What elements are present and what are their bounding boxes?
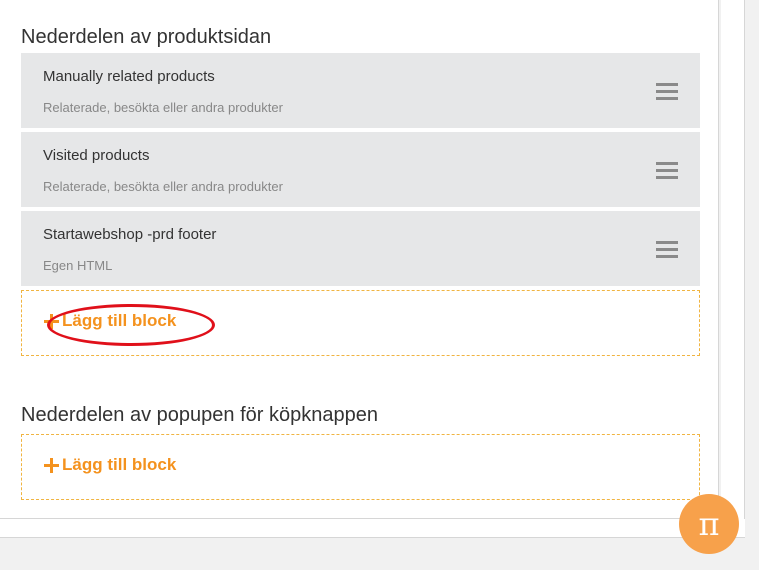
block-item-visited-products[interactable]: Visited products Relaterade, besökta ell…	[21, 132, 700, 207]
add-block-button[interactable]: Lägg till block	[44, 304, 215, 346]
block-name: Visited products	[43, 147, 150, 164]
drag-handle-icon[interactable]	[656, 83, 678, 101]
panel-shadow-edge	[721, 0, 745, 538]
add-block-label: Lägg till block	[62, 311, 177, 330]
drag-handle-icon[interactable]	[656, 162, 678, 180]
add-block-zone-product-footer: Lägg till block	[21, 290, 700, 356]
block-item-manually-related[interactable]: Manually related products Relaterade, be…	[21, 53, 700, 128]
drag-handle-icon[interactable]	[656, 241, 678, 259]
plus-icon	[44, 457, 59, 473]
add-block-button[interactable]: Lägg till block	[44, 455, 176, 475]
panel-bottom-edge	[0, 519, 745, 538]
section-title-product-footer: Nederdelen av produktsidan	[21, 26, 272, 48]
add-block-label: Lägg till block	[62, 455, 177, 474]
block-type: Egen HTML	[43, 258, 113, 273]
block-type: Relaterade, besökta eller andra produkte…	[43, 100, 283, 115]
block-name: Startawebshop -prd footer	[43, 226, 217, 243]
block-type: Relaterade, besökta eller andra produkte…	[43, 179, 283, 194]
block-item-startawebshop-footer[interactable]: Startawebshop -prd footer Egen HTML	[21, 211, 700, 286]
plus-icon	[44, 313, 59, 329]
pi-icon[interactable]: π	[679, 494, 739, 554]
block-name: Manually related products	[43, 68, 215, 85]
section-title-popup-footer: Nederdelen av popupen för köpknappen	[21, 404, 378, 426]
layout-panel: Nederdelen av produktsidan Manually rela…	[0, 0, 719, 519]
add-block-zone-popup-footer: Lägg till block	[21, 434, 700, 500]
